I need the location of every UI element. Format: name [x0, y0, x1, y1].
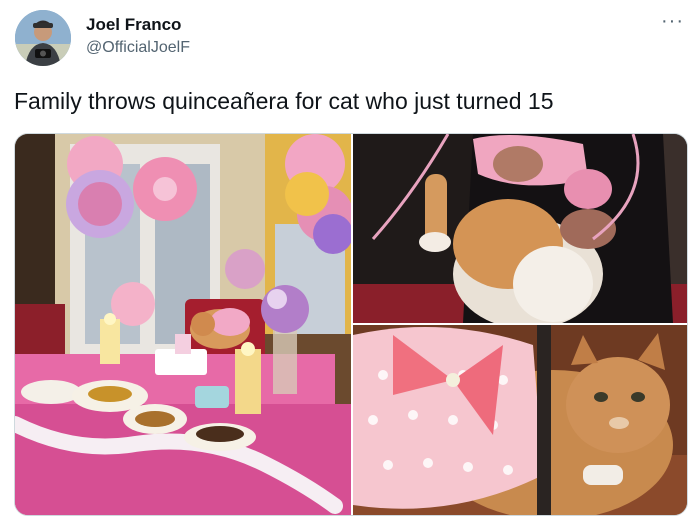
avatar[interactable]: [15, 10, 71, 66]
cat-in-pink-dress-photo[interactable]: [353, 325, 687, 515]
tweet-text: Family throws quinceañera for cat who ju…: [14, 88, 554, 114]
author-handle[interactable]: @OfficialJoelF: [86, 39, 190, 57]
author-name[interactable]: Joel Franco: [86, 15, 181, 35]
more-options-icon[interactable]: ···: [661, 10, 684, 33]
cat-held-in-dress-photo[interactable]: [353, 134, 687, 323]
party-table-photo[interactable]: [15, 134, 351, 515]
media-grid: [14, 133, 688, 516]
